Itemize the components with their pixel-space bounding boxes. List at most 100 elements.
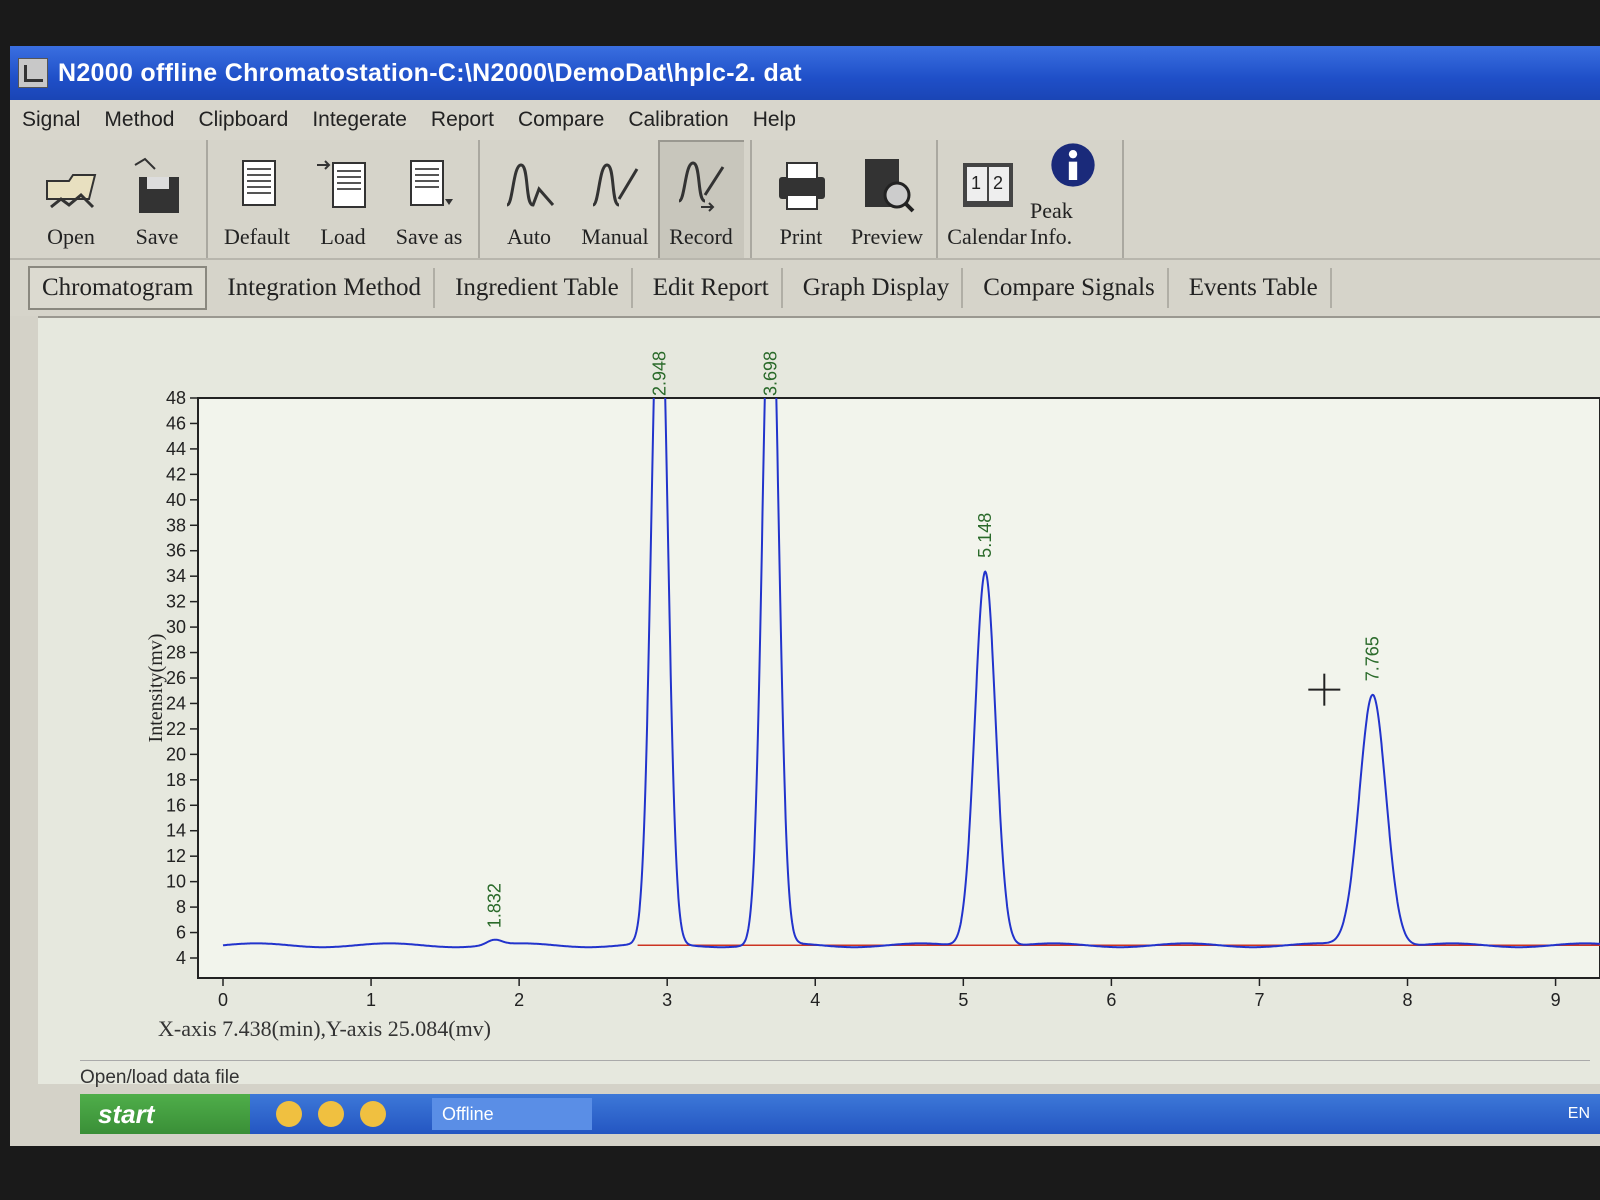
toolbar-group: Auto Manual Record bbox=[486, 140, 752, 258]
quick-launch bbox=[276, 1101, 402, 1127]
document-icon bbox=[242, 160, 276, 206]
chromatogram-panel[interactable]: 4 6 8 10 12 14 16 18 20 22 24 26 28 30 32 34 36 38 40 42 44 4… bbox=[38, 316, 1600, 1084]
menu-integerate[interactable]: Integerate bbox=[312, 108, 407, 132]
toolbar-group: Default Load Save as bbox=[214, 140, 480, 258]
toolbar-button-label: Calendar bbox=[947, 224, 1027, 249]
load-document-icon bbox=[317, 160, 366, 208]
y-tick-label: 20 bbox=[166, 744, 186, 764]
y-tick-label: 36 bbox=[166, 541, 186, 561]
taskbar-item-offline[interactable]: Offline bbox=[432, 1098, 592, 1130]
menu-compare[interactable]: Compare bbox=[518, 108, 604, 132]
taskbar-item-label: Offline bbox=[442, 1103, 494, 1124]
y-tick-label: 14 bbox=[166, 821, 186, 841]
x-tick-label: 8 bbox=[1403, 990, 1413, 1008]
save-button[interactable]: Save bbox=[114, 140, 200, 258]
start-label: start bbox=[98, 1098, 155, 1129]
quick-launch-icon[interactable] bbox=[276, 1101, 302, 1127]
y-tick-label: 6 bbox=[176, 923, 186, 943]
manual-integrate-icon bbox=[591, 163, 639, 207]
toolbar-button-label: Print bbox=[779, 224, 823, 249]
default-button[interactable]: Default bbox=[214, 140, 300, 258]
toolbar-button-label: Open bbox=[47, 224, 95, 249]
toolbar: Open Save Default Load Save as Auto Manual Reco… bbox=[10, 140, 1600, 260]
printer-icon bbox=[779, 162, 825, 210]
open-button[interactable]: Open bbox=[28, 140, 114, 258]
window-title: N2000 offline Chromatostation-C:\N2000\D… bbox=[58, 58, 802, 87]
info-icon bbox=[1051, 143, 1095, 187]
peak-info-button[interactable]: Peak Info. bbox=[1030, 140, 1116, 258]
y-tick-label: 18 bbox=[166, 770, 186, 790]
toolbar-button-label: Save bbox=[135, 224, 179, 249]
toolbar-button-label: Save as bbox=[395, 224, 463, 249]
y-tick-label: 38 bbox=[166, 515, 186, 535]
y-tick-label: 34 bbox=[166, 566, 186, 586]
svg-text:2: 2 bbox=[993, 173, 1003, 193]
peak-label: 5.148 bbox=[975, 513, 995, 558]
menu-bar: Signal Method Clipboard Integerate Report Com… bbox=[10, 100, 1600, 140]
menu-help[interactable]: Help bbox=[753, 108, 796, 132]
app-icon bbox=[18, 58, 48, 88]
x-tick-label: 4 bbox=[810, 990, 820, 1008]
quick-launch-icon[interactable] bbox=[318, 1101, 344, 1127]
app-window: N2000 offline Chromatostation-C:\N2000\D… bbox=[10, 46, 1600, 1146]
plot-area[interactable] bbox=[197, 397, 1600, 979]
tab-graph-display[interactable]: Graph Display bbox=[791, 268, 964, 308]
y-tick-label: 24 bbox=[166, 693, 186, 713]
start-button[interactable]: start bbox=[80, 1094, 250, 1134]
record-button[interactable]: Record bbox=[658, 140, 744, 258]
tab-compare-signals[interactable]: Compare Signals bbox=[971, 268, 1169, 308]
status-text: Open/load data file bbox=[80, 1067, 240, 1088]
x-tick-label: 6 bbox=[1106, 990, 1116, 1008]
y-tick-label: 22 bbox=[166, 719, 186, 739]
peak-label: 2.948 bbox=[649, 351, 669, 396]
x-tick-label: 9 bbox=[1551, 990, 1561, 1008]
calendar-button[interactable]: 1 2 Calendar bbox=[944, 140, 1030, 258]
language-indicator[interactable]: EN bbox=[1568, 1105, 1590, 1122]
toolbar-button-label: Record bbox=[669, 224, 733, 249]
menu-method[interactable]: Method bbox=[104, 108, 174, 132]
save-as-button[interactable]: Save as bbox=[386, 140, 472, 258]
toolbar-group: Open Save bbox=[28, 140, 208, 258]
tab-ingredient-table[interactable]: Ingredient Table bbox=[443, 268, 633, 308]
toolbar-group: 1 2 Calendar Peak Info. bbox=[944, 140, 1124, 258]
menu-signal[interactable]: Signal bbox=[22, 108, 80, 132]
y-tick-label: 10 bbox=[166, 872, 186, 892]
auto-button[interactable]: Auto bbox=[486, 140, 572, 258]
y-tick-label: 28 bbox=[166, 643, 186, 663]
print-button[interactable]: Print bbox=[758, 140, 844, 258]
system-tray: EN bbox=[1568, 1105, 1590, 1123]
tab-integration-method[interactable]: Integration Method bbox=[215, 268, 436, 308]
status-bar: Open/load data file bbox=[80, 1060, 1590, 1095]
y-tick-label: 40 bbox=[166, 490, 186, 510]
x-tick-label: 3 bbox=[662, 990, 672, 1008]
menu-clipboard[interactable]: Clipboard bbox=[198, 108, 288, 132]
taskbar: start Offline EN bbox=[80, 1094, 1600, 1134]
preview-magnifier-icon bbox=[865, 159, 915, 213]
tab-events-table[interactable]: Events Table bbox=[1177, 268, 1332, 308]
load-button[interactable]: Load bbox=[300, 140, 386, 258]
cursor-coordinate-readout: X-axis 7.438(min),Y-axis 25.084(mv) bbox=[158, 1016, 492, 1041]
floppy-disk-icon bbox=[134, 157, 179, 213]
chromatogram-chart[interactable]: 4681012141618202224262830323436384042444… bbox=[38, 318, 1600, 1008]
x-tick-label: 1 bbox=[366, 990, 376, 1008]
tab-edit-report[interactable]: Edit Report bbox=[641, 268, 783, 308]
menu-calibration[interactable]: Calibration bbox=[628, 108, 728, 132]
toolbar-button-label: Load bbox=[320, 224, 366, 249]
preview-button[interactable]: Preview bbox=[844, 140, 930, 258]
y-tick-label: 48 bbox=[166, 388, 186, 408]
title-bar: N2000 offline Chromatostation-C:\N2000\D… bbox=[10, 46, 1600, 100]
x-tick-label: 7 bbox=[1254, 990, 1264, 1008]
quick-launch-icon[interactable] bbox=[360, 1101, 386, 1127]
y-tick-label: 32 bbox=[166, 592, 186, 612]
y-tick-label: 46 bbox=[166, 413, 186, 433]
peak-label: 1.832 bbox=[484, 883, 504, 928]
toolbar-button-label: Preview bbox=[850, 224, 924, 249]
manual-button[interactable]: Manual bbox=[572, 140, 658, 258]
menu-report[interactable]: Report bbox=[431, 108, 494, 132]
calendar-icon: 12 bbox=[963, 163, 1013, 207]
auto-integrate-icon bbox=[505, 163, 555, 207]
tab-chromatogram[interactable]: Chromatogram bbox=[28, 266, 208, 310]
y-tick-label: 26 bbox=[166, 668, 186, 688]
y-tick-label: 8 bbox=[176, 897, 186, 917]
x-tick-label: 0 bbox=[218, 990, 228, 1008]
